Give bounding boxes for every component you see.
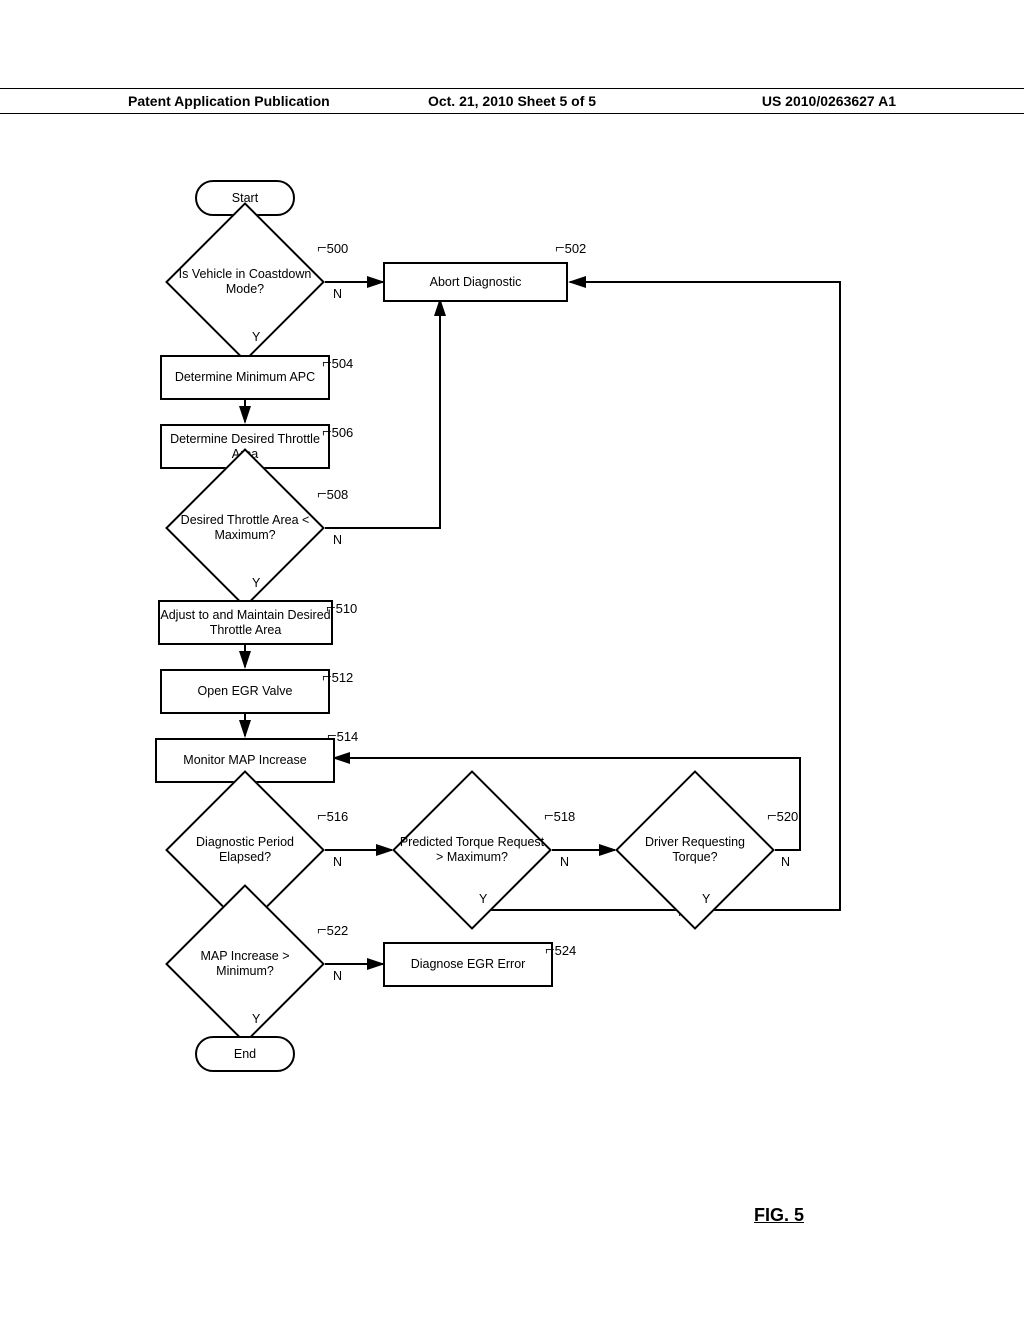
- decision-throttle-max-text: Desired Throttle Area < Maximum?: [165, 513, 325, 543]
- edge-label-y: Y: [252, 330, 260, 344]
- decision-coastdown: Is Vehicle in Coastdown Mode?: [165, 242, 325, 322]
- process-diagnose-egr-error: Diagnose EGR Error: [383, 942, 553, 987]
- edge-label-y2: Y: [252, 576, 260, 590]
- flowchart: Start Is Vehicle in Coastdown Mode? ⌐500…: [0, 170, 1024, 1230]
- ref-502: ⌐502: [555, 238, 586, 258]
- end-label: End: [234, 1047, 256, 1062]
- ref-504: ⌐504: [322, 353, 353, 373]
- ref-508: ⌐508: [317, 484, 348, 504]
- figure-label: FIG. 5: [754, 1205, 804, 1226]
- decision-predicted-torque: Predicted Torque Request > Maximum?: [392, 810, 552, 890]
- ref-514: ⌐514: [327, 726, 358, 746]
- process-open-egr-text: Open EGR Valve: [198, 684, 293, 699]
- process-adjust-throttle: Adjust to and Maintain Desired Throttle …: [158, 600, 333, 645]
- process-abort: Abort Diagnostic: [383, 262, 568, 302]
- header-left: Patent Application Publication: [128, 93, 330, 109]
- ref-522: ⌐522: [317, 920, 348, 940]
- edge-label-n: N: [333, 287, 342, 301]
- end-terminal: End: [195, 1036, 295, 1072]
- ref-512: ⌐512: [322, 667, 353, 687]
- decision-period-elapsed-text: Diagnostic Period Elapsed?: [165, 835, 325, 865]
- header-right: US 2010/0263627 A1: [762, 93, 896, 109]
- ref-518: ⌐518: [544, 806, 575, 826]
- ref-506: ⌐506: [322, 422, 353, 442]
- ref-516: ⌐516: [317, 806, 348, 826]
- edge-label-y6: Y: [252, 1012, 260, 1026]
- decision-period-elapsed: Diagnostic Period Elapsed?: [165, 810, 325, 890]
- page: Patent Application Publication Oct. 21, …: [0, 0, 1024, 1320]
- process-diagnose-egr-error-text: Diagnose EGR Error: [411, 957, 526, 972]
- ref-500: ⌐500: [317, 238, 348, 258]
- process-min-apc-text: Determine Minimum APC: [175, 370, 315, 385]
- ref-520: ⌐520: [767, 806, 798, 826]
- edge-label-y4: Y: [479, 892, 487, 906]
- ref-510: ⌐510: [326, 598, 357, 618]
- decision-map-increase-text: MAP Increase > Minimum?: [165, 949, 325, 979]
- edge-label-n5: N: [781, 855, 790, 869]
- edge-label-n3: N: [333, 855, 342, 869]
- edge-label-y5: Y: [702, 892, 710, 906]
- header-center: Oct. 21, 2010 Sheet 5 of 5: [428, 93, 596, 109]
- decision-driver-torque: Driver Requesting Torque?: [615, 810, 775, 890]
- process-abort-text: Abort Diagnostic: [430, 275, 522, 290]
- ref-524: ⌐524: [545, 940, 576, 960]
- decision-map-increase: MAP Increase > Minimum?: [165, 924, 325, 1004]
- page-header: Patent Application Publication Oct. 21, …: [0, 88, 1024, 114]
- decision-driver-torque-text: Driver Requesting Torque?: [615, 835, 775, 865]
- process-monitor-map-text: Monitor MAP Increase: [183, 753, 306, 768]
- edge-label-n6: N: [333, 969, 342, 983]
- decision-coastdown-text: Is Vehicle in Coastdown Mode?: [165, 267, 325, 297]
- process-min-apc: Determine Minimum APC: [160, 355, 330, 400]
- decision-predicted-torque-text: Predicted Torque Request > Maximum?: [392, 835, 552, 865]
- edge-label-n2: N: [333, 533, 342, 547]
- process-open-egr: Open EGR Valve: [160, 669, 330, 714]
- edge-label-n4: N: [560, 855, 569, 869]
- process-adjust-throttle-text: Adjust to and Maintain Desired Throttle …: [160, 608, 331, 638]
- decision-throttle-max: Desired Throttle Area < Maximum?: [165, 488, 325, 568]
